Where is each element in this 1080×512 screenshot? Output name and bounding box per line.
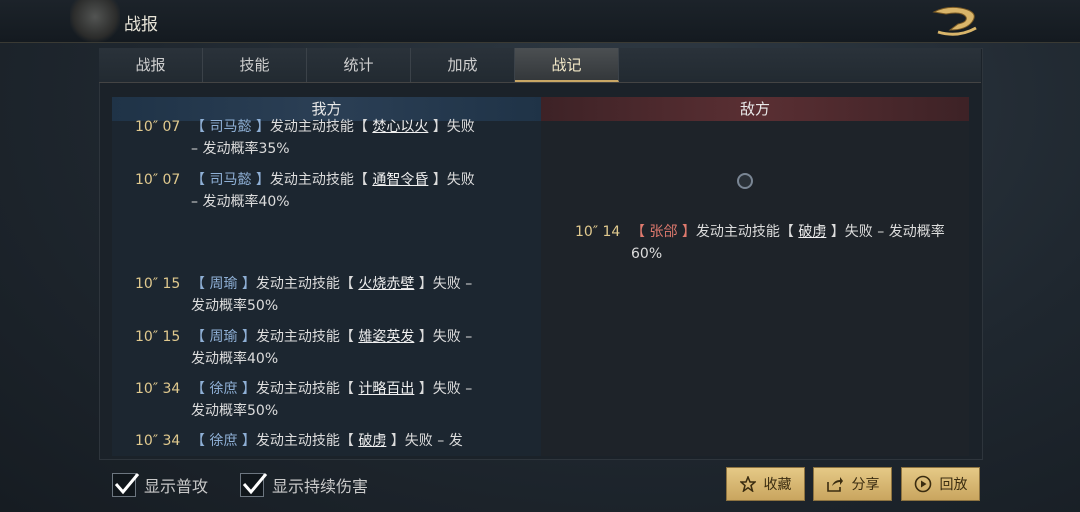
checkbox[interactable]: [112, 473, 140, 497]
log-time: 10″ 07: [135, 119, 181, 135]
log-text: 发动主动技能【: [269, 119, 373, 135]
show-dot-damage-toggle[interactable]: 显示持续伤害: [240, 472, 368, 498]
share-button[interactable]: 分享: [813, 467, 892, 501]
loading-spinner-icon: [737, 173, 753, 189]
general-name: 【 司马懿 】: [191, 119, 270, 135]
tab-bonus[interactable]: 加成: [411, 48, 515, 82]
skill-link[interactable]: 计略百出: [358, 381, 414, 397]
general-name: 【 周瑜 】: [191, 329, 256, 345]
general-name: 【 徐庶 】: [191, 433, 256, 449]
log-text: 发动主动技能【: [695, 224, 799, 240]
log-text: 发动主动技能【: [255, 433, 359, 449]
general-name: 【 张郃 】: [631, 224, 696, 240]
check-icon: [114, 473, 140, 495]
log-text: 发动主动技能【: [255, 381, 359, 397]
replay-label: 回放: [939, 477, 968, 493]
hero-emblem-icon: [70, 0, 120, 42]
skill-link[interactable]: 焚心以火: [372, 119, 428, 135]
tab-statistics[interactable]: 统计: [307, 48, 411, 82]
share-icon: [826, 477, 843, 492]
general-name: 【 徐庶 】: [191, 381, 256, 397]
option-label: 显示持续伤害: [272, 477, 369, 496]
log-text: 发动主动技能【: [255, 329, 359, 345]
skill-link[interactable]: 破虏: [798, 224, 826, 240]
collect-label: 收藏: [763, 477, 792, 493]
show-normal-attack-toggle[interactable]: 显示普攻: [112, 472, 208, 498]
skill-link[interactable]: 火烧赤壁: [358, 276, 414, 292]
skill-link[interactable]: 破虏: [358, 433, 386, 449]
checkbox[interactable]: [240, 473, 268, 497]
play-icon: [914, 475, 931, 493]
share-label: 分享: [851, 477, 880, 493]
tab-bar: 战报 技能 统计 加成 战记: [99, 48, 981, 83]
enemy-log-column[interactable]: [541, 121, 969, 456]
log-entry: 10″ 34 【 徐庶 】发动主动技能【 破虏 】失败 – 发动概率: [135, 430, 475, 452]
top-bar: 战报: [0, 0, 1080, 43]
log-text: 发动主动技能【: [269, 172, 373, 188]
star-icon: [739, 476, 756, 492]
log-time: 10″ 34: [135, 381, 181, 397]
skill-link[interactable]: 雄姿英发: [358, 329, 414, 345]
skill-link[interactable]: 通智令昏: [372, 172, 428, 188]
collect-button[interactable]: 收藏: [726, 467, 805, 501]
general-name: 【 周瑜 】: [191, 276, 256, 292]
tab-skills[interactable]: 技能: [203, 48, 307, 82]
tab-battle-log[interactable]: 战记: [515, 48, 619, 82]
dragon-close-icon[interactable]: [928, 4, 982, 38]
enemy-side-header: 敌方: [541, 97, 969, 121]
log-time: 10″ 34: [135, 433, 181, 449]
log-time: 10″ 14: [575, 224, 621, 240]
replay-button[interactable]: 回放: [901, 467, 980, 501]
tab-battle-report[interactable]: 战报: [99, 48, 203, 82]
log-text: 发动主动技能【: [255, 276, 359, 292]
page-title: 战报: [124, 15, 158, 35]
general-name: 【 司马懿 】: [191, 172, 270, 188]
check-icon: [242, 473, 268, 495]
log-time: 10″ 15: [135, 276, 181, 292]
log-time: 10″ 15: [135, 329, 181, 345]
log-time: 10″ 07: [135, 172, 181, 188]
option-label: 显示普攻: [144, 477, 209, 496]
